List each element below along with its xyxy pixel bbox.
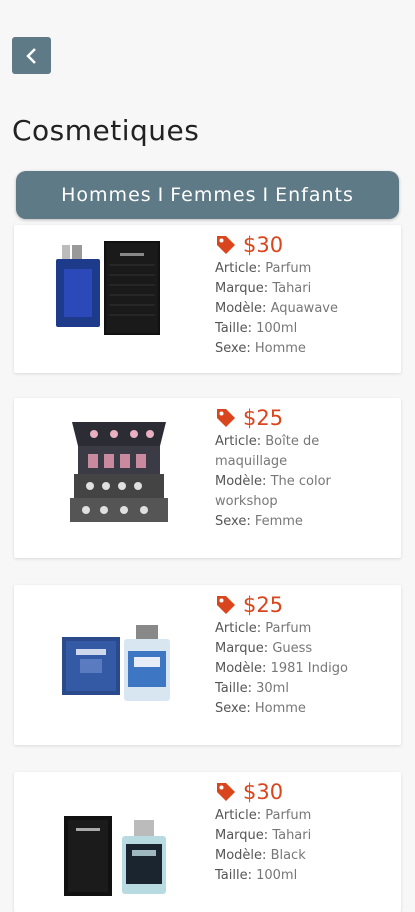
taille-label: Taille: xyxy=(215,321,252,336)
perfume-image xyxy=(56,241,160,335)
product-info: $25 Article: Parfum Marque: Guess Modèle… xyxy=(215,591,348,719)
price-tag-icon xyxy=(217,783,235,801)
perfume-image xyxy=(64,816,166,896)
product-card[interactable]: $25 Article: Parfum Marque: Guess Modèle… xyxy=(14,585,401,745)
taille-value: 100ml xyxy=(256,868,298,883)
modele-label: Modèle: xyxy=(215,474,267,489)
modele-label: Modèle: xyxy=(215,848,267,863)
filter-hommes[interactable]: Hommes xyxy=(61,184,152,206)
article-value: Parfum xyxy=(265,621,312,636)
product-price: $30 xyxy=(243,780,284,804)
article-label: Article: xyxy=(215,261,262,276)
article-label: Article: xyxy=(215,621,262,636)
article-label: Article: xyxy=(215,808,262,823)
marque-value: Tahari xyxy=(272,828,312,843)
product-info: $30 Article: Parfum Marque: Tahari Modèl… xyxy=(215,778,311,886)
taille-value: 100ml xyxy=(256,321,298,336)
marque-value: Guess xyxy=(272,641,313,656)
product-card[interactable]: $25 Article: Boîte de maquillage Modèle:… xyxy=(14,398,401,558)
article-value: Parfum xyxy=(265,261,312,276)
marque-label: Marque: xyxy=(215,281,269,296)
modele-label: Modèle: xyxy=(215,661,267,676)
sexe-value: Femme xyxy=(254,514,303,529)
sexe-label: Sexe: xyxy=(215,341,251,356)
product-card[interactable]: $30 Article: Parfum Marque: Tahari Modèl… xyxy=(14,225,401,373)
filter-separator: I xyxy=(262,184,270,206)
category-filter-bar: Hommes I Femmes I Enfants xyxy=(16,171,399,219)
price-tag-icon xyxy=(217,596,235,614)
perfume-image xyxy=(62,625,170,701)
sexe-label: Sexe: xyxy=(215,701,251,716)
marque-label: Marque: xyxy=(215,828,269,843)
article-value: Parfum xyxy=(265,808,312,823)
page-title: Cosmetiques xyxy=(12,114,200,147)
sexe-value: Homme xyxy=(254,341,306,356)
product-price: $25 xyxy=(243,593,284,617)
product-info: $30 Article: Parfum Marque: Tahari Modèl… xyxy=(215,231,338,359)
price-tag-icon xyxy=(217,409,235,427)
modele-value: 1981 Indigo xyxy=(270,661,348,676)
modele-label: Modèle: xyxy=(215,301,267,316)
sexe-label: Sexe: xyxy=(215,514,251,529)
marque-label: Marque: xyxy=(215,641,269,656)
taille-label: Taille: xyxy=(215,868,252,883)
taille-value: 30ml xyxy=(256,681,289,696)
filter-femmes[interactable]: Femmes xyxy=(170,184,256,206)
chevron-left-icon xyxy=(25,47,36,64)
modele-value: Aquawave xyxy=(270,301,338,316)
product-price: $25 xyxy=(243,406,284,430)
filter-separator: I xyxy=(157,184,165,206)
modele-value: Black xyxy=(270,848,306,863)
marque-value: Tahari xyxy=(272,281,312,296)
product-price: $30 xyxy=(243,233,284,257)
sexe-value: Homme xyxy=(254,701,306,716)
article-label: Article: xyxy=(215,434,262,449)
product-info: $25 Article: Boîte de maquillage Modèle:… xyxy=(215,404,355,532)
price-tag-icon xyxy=(217,236,235,254)
taille-label: Taille: xyxy=(215,681,252,696)
filter-enfants[interactable]: Enfants xyxy=(275,184,354,206)
back-button[interactable] xyxy=(12,37,51,74)
product-card[interactable]: $30 Article: Parfum Marque: Tahari Modèl… xyxy=(14,772,401,912)
makeup-box-image xyxy=(70,422,168,522)
